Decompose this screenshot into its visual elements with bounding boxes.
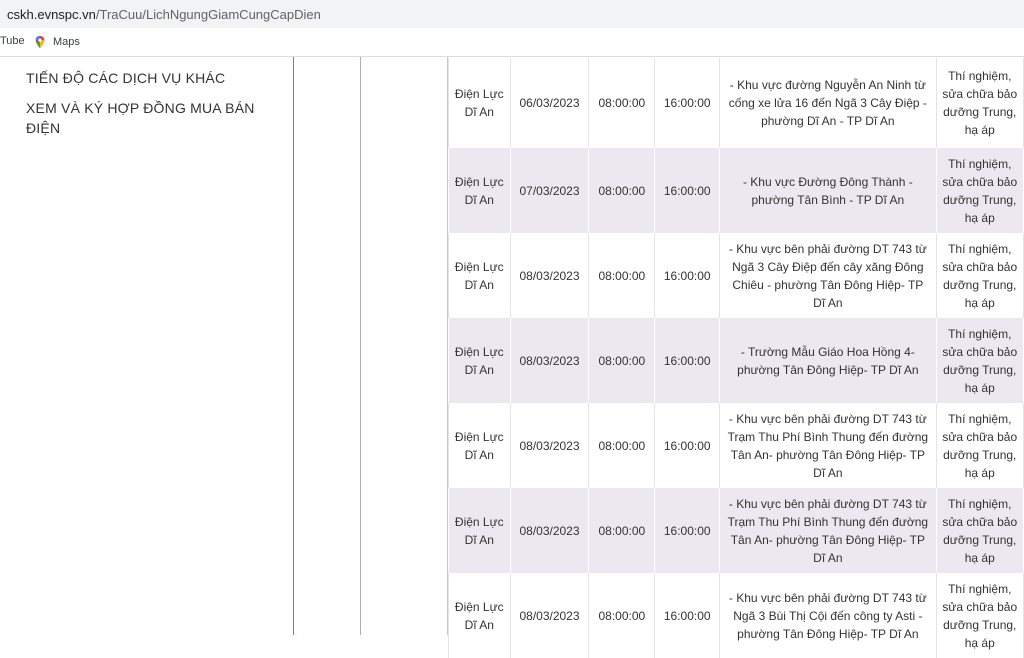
outage-schedule-table: Điện Lực Dĩ An 06/03/2023 08:00:00 16:00… xyxy=(448,58,1024,658)
cell-date: 06/03/2023 xyxy=(509,58,590,148)
address-bar[interactable]: cskh.evnspc.vn/TraCuu/LichNgungGiamCungC… xyxy=(0,0,1024,28)
menu-item-view-sign-contract[interactable]: XEM VÀ KÝ HỢP ĐỒNG MUA BÁN ĐIỆN xyxy=(26,98,271,138)
cell-end-time: 16:00:00 xyxy=(654,403,721,488)
cell-work: Thí nghiệm, sửa chữa bảo dưỡng Trung, hạ… xyxy=(935,403,1024,488)
column-divider xyxy=(293,57,294,635)
bookmark-maps-label: Maps xyxy=(53,36,80,48)
table-row: Điện Lực Dĩ An 08/03/2023 08:00:00 16:00… xyxy=(448,233,1024,318)
cell-start-time: 08:00:00 xyxy=(588,58,656,148)
cell-start-time: 08:00:00 xyxy=(588,403,656,488)
cell-date: 08/03/2023 xyxy=(509,573,590,658)
cell-date: 07/03/2023 xyxy=(509,148,590,233)
table-row: Điện Lực Dĩ An 07/03/2023 08:00:00 16:00… xyxy=(448,148,1024,233)
url-host: cskh.evnspc.vn xyxy=(7,7,96,22)
cell-end-time: 16:00:00 xyxy=(654,318,721,403)
cell-date: 08/03/2023 xyxy=(509,318,590,403)
cell-end-time: 16:00:00 xyxy=(654,233,721,318)
table-row: Điện Lực Dĩ An 06/03/2023 08:00:00 16:00… xyxy=(448,58,1024,148)
cell-area: - Khu vực đường Nguyễn An Ninh từ cống x… xyxy=(719,58,937,148)
cell-start-time: 08:00:00 xyxy=(588,573,656,658)
cell-start-time: 08:00:00 xyxy=(588,233,656,318)
cell-start-time: 08:00:00 xyxy=(588,318,656,403)
cell-start-time: 08:00:00 xyxy=(588,148,656,233)
cell-area: - Khu vực Đường Đông Thành - phường Tân … xyxy=(719,148,937,233)
table-row: Điện Lực Dĩ An 08/03/2023 08:00:00 16:00… xyxy=(448,488,1024,573)
bookmark-youtube-label: Tube xyxy=(0,35,25,47)
cell-work: Thí nghiệm, sửa chữa bảo dưỡng Trung, hạ… xyxy=(935,58,1024,148)
cell-area: - Trường Mẫu Giáo Hoa Hồng 4- phường Tân… xyxy=(719,318,937,403)
cell-unit: Điện Lực Dĩ An xyxy=(448,573,511,658)
cell-start-time: 08:00:00 xyxy=(588,488,656,573)
cell-date: 08/03/2023 xyxy=(509,233,590,318)
cell-date: 08/03/2023 xyxy=(509,403,590,488)
cell-end-time: 16:00:00 xyxy=(654,573,721,658)
cell-area: - Khu vực bên phải đường DT 743 từ Trạm … xyxy=(719,488,937,573)
bookmark-youtube[interactable]: Tube xyxy=(0,35,25,47)
cell-unit: Điện Lực Dĩ An xyxy=(448,148,511,233)
table-row: Điện Lực Dĩ An 08/03/2023 08:00:00 16:00… xyxy=(448,403,1024,488)
google-maps-icon xyxy=(35,35,45,49)
cell-unit: Điện Lực Dĩ An xyxy=(448,233,511,318)
cell-area: - Khu vực bên phải đường DT 743 từ Ngã 3… xyxy=(719,233,937,318)
column-divider xyxy=(360,57,361,635)
cell-area: - Khu vực bên phải đường DT 743 từ Trạm … xyxy=(719,403,937,488)
url-text[interactable]: cskh.evnspc.vn/TraCuu/LichNgungGiamCungC… xyxy=(7,7,321,22)
cell-date: 08/03/2023 xyxy=(509,488,590,573)
cell-work: Thí nghiệm, sửa chữa bảo dưỡng Trung, hạ… xyxy=(935,318,1024,403)
cell-area: - Khu vực bên phải đường DT 743 từ Ngã 3… xyxy=(719,573,937,658)
cell-end-time: 16:00:00 xyxy=(654,58,721,148)
cell-end-time: 16:00:00 xyxy=(654,488,721,573)
cell-work: Thí nghiệm, sửa chữa bảo dưỡng Trung, hạ… xyxy=(935,488,1024,573)
cell-unit: Điện Lực Dĩ An xyxy=(448,488,511,573)
bookmarks-bar: Tube Maps xyxy=(0,28,1024,57)
cell-end-time: 16:00:00 xyxy=(654,148,721,233)
cell-work: Thí nghiệm, sửa chữa bảo dưỡng Trung, hạ… xyxy=(935,573,1024,658)
table-row: Điện Lực Dĩ An 08/03/2023 08:00:00 16:00… xyxy=(448,573,1024,658)
cell-unit: Điện Lực Dĩ An xyxy=(448,58,511,148)
cell-unit: Điện Lực Dĩ An xyxy=(448,318,511,403)
bookmark-maps[interactable]: Maps xyxy=(33,35,80,49)
url-path: /TraCuu/LichNgungGiamCungCapDien xyxy=(95,7,321,22)
menu-item-other-services-progress[interactable]: TIẾN ĐỘ CÁC DỊCH VỤ KHÁC xyxy=(26,68,266,88)
cell-unit: Điện Lực Dĩ An xyxy=(448,403,511,488)
cell-work: Thí nghiệm, sửa chữa bảo dưỡng Trung, hạ… xyxy=(935,148,1024,233)
table-row: Điện Lực Dĩ An 08/03/2023 08:00:00 16:00… xyxy=(448,318,1024,403)
cell-work: Thí nghiệm, sửa chữa bảo dưỡng Trung, hạ… xyxy=(935,233,1024,318)
